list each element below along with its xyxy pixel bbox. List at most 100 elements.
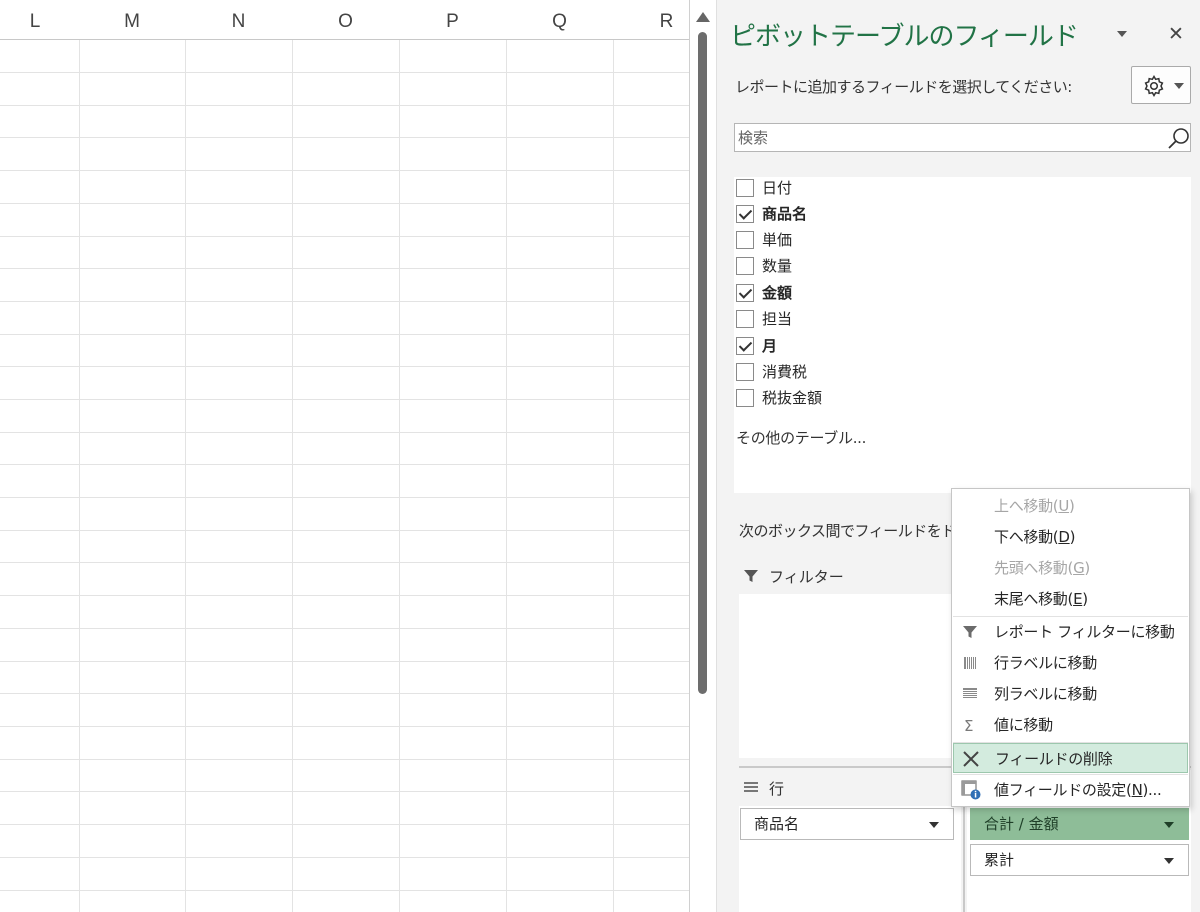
chevron-down-icon[interactable] [1164,858,1174,864]
field-item-pre-tax-amount[interactable]: 税抜金額 [736,387,1176,411]
menu-item-label: 末尾へ移動(E) [994,590,1088,608]
field-item-unit-price[interactable]: 単価 [736,229,1176,253]
menu-item-label: 値フィールドの設定(N)... [994,781,1162,799]
menu-item-label: 下へ移動(D) [994,528,1076,546]
column-header-q[interactable]: Q [506,0,613,40]
menu-item-move-to-beginning[interactable]: 先頭へ移動(G) [953,553,1188,583]
grid-line [0,857,690,858]
field-checkbox[interactable] [736,205,754,223]
field-label: 税抜金額 [762,389,823,407]
menu-item-move-to-column-labels[interactable]: 列ラベルに移動 [953,679,1188,709]
menu-item-label: 行ラベルに移動 [994,654,1097,672]
column-header-l[interactable]: L [0,0,88,40]
more-tables-link[interactable]: その他のテーブル... [736,427,866,448]
field-list: 日付 商品名 単価 数量 金額 担当 月 消費税 税抜金額 その他のテーブル..… [734,177,1191,493]
menu-item-label: フィールドの削除 [995,750,1113,768]
grid-line [0,791,690,792]
menu-item-label: 先頭へ移動(G) [994,559,1090,577]
grid-line [0,72,690,73]
field-label: 消費税 [762,363,808,381]
field-checkbox[interactable] [736,389,754,407]
scroll-up-arrow-icon[interactable] [696,12,710,22]
chevron-down-icon[interactable] [929,822,939,828]
grid-line [0,530,690,531]
grid-line [0,628,690,629]
rows-field-pill[interactable]: 商品名 [740,808,954,840]
column-header-n[interactable]: N [185,0,292,40]
search-icon[interactable] [1167,126,1191,150]
grid-line [0,595,690,596]
grid-line [0,203,690,204]
column-header-r[interactable]: R [613,0,690,40]
chevron-down-icon[interactable] [1164,822,1174,828]
field-item-consumption-tax[interactable]: 消費税 [736,361,1176,385]
values-field-pill-running-total[interactable]: 累計 [970,844,1189,876]
field-item-month[interactable]: 月 [736,335,1176,359]
field-item-amount[interactable]: 金額 [736,282,1176,306]
field-checkbox[interactable] [736,257,754,275]
grid-line [0,497,690,498]
grid-line [0,301,690,302]
gear-icon [1144,75,1164,97]
filter-icon [963,626,977,638]
grid-line [0,268,690,269]
menu-item-move-down[interactable]: 下へ移動(D) [953,522,1188,552]
grid-line [0,759,690,760]
tools-settings-button[interactable] [1131,66,1191,104]
menu-item-label: 列ラベルに移動 [994,685,1097,703]
field-checkbox[interactable] [736,179,754,197]
field-label: 数量 [762,257,793,275]
column-header-p[interactable]: P [399,0,506,40]
field-item-quantity[interactable]: 数量 [736,255,1176,279]
grid-line [0,105,690,106]
menu-item-value-field-settings[interactable]: 値フィールドの設定(N)... [953,775,1188,805]
vertical-scrollbar[interactable] [692,0,714,912]
menu-item-move-to-values[interactable]: Σ 値に移動 [953,710,1188,740]
grid-line [0,236,690,237]
scroll-thumb[interactable] [698,32,707,694]
field-item-date[interactable]: 日付 [736,177,1176,201]
filters-drop-zone[interactable] [739,594,963,758]
worksheet[interactable]: L M N O P Q R [0,0,690,912]
field-label: 単価 [762,231,793,249]
menu-item-move-to-end[interactable]: 末尾へ移動(E) [953,584,1188,614]
field-settings-icon [961,780,981,800]
field-item-staff[interactable]: 担当 [736,308,1176,332]
field-label: 日付 [762,179,793,197]
pill-label: 累計 [984,851,1015,869]
field-checkbox[interactable] [736,231,754,249]
field-checkbox[interactable] [736,284,754,302]
sheet-edge [689,0,690,912]
column-header-m[interactable]: M [79,0,185,40]
pane-title: ピボットテーブルのフィールド [730,22,1079,52]
choose-fields-instruction: レポートに追加するフィールドを選択してください: [735,78,1072,96]
column-header-o[interactable]: O [292,0,399,40]
field-search-box[interactable] [734,123,1191,152]
column-headers: L M N O P Q R [0,0,690,40]
field-checkbox[interactable] [736,337,754,355]
values-field-pill-sum-amount[interactable]: 合計 / 金額 [970,808,1189,840]
grid-line [0,890,690,891]
field-search-input[interactable] [738,126,1158,149]
cell-grid[interactable] [0,40,690,912]
field-checkbox[interactable] [736,363,754,381]
pane-options-dropdown-icon[interactable] [1113,24,1133,44]
field-checkbox[interactable] [736,310,754,328]
filters-area-label: フィルター [769,568,844,586]
menu-item-remove-field[interactable]: フィールドの削除 [953,743,1188,773]
grid-line [0,464,690,465]
field-item-product-name[interactable]: 商品名 [736,203,1176,227]
svg-text:Σ: Σ [964,717,973,734]
grid-line [0,562,690,563]
grid-line [0,366,690,367]
field-label: 金額 [762,284,793,302]
drag-fields-instruction: 次のボックス間でフィールドをドラッ [739,522,985,540]
menu-item-move-to-row-labels[interactable]: 行ラベルに移動 [953,648,1188,678]
rows-icon [744,782,758,792]
menu-item-move-up[interactable]: 上へ移動(U) [953,491,1188,521]
menu-item-move-to-report-filter[interactable]: レポート フィルターに移動 [953,617,1188,647]
grid-line [0,334,690,335]
close-icon[interactable]: ✕ [1165,22,1187,46]
grid-line [0,399,690,400]
menu-item-label: 上へ移動(U) [994,497,1075,515]
